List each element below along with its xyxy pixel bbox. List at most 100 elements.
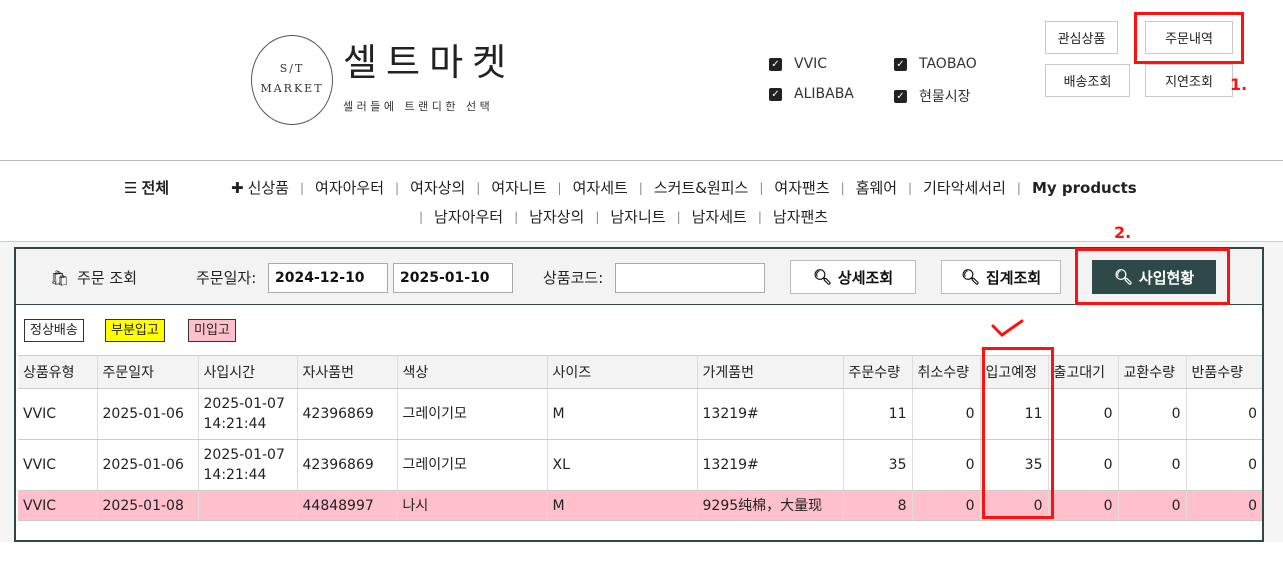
- date-from-input[interactable]: 2024-12-10: [268, 263, 388, 293]
- logo[interactable]: S/T MARKET: [251, 35, 333, 125]
- summary-search-label: 집계조회: [985, 268, 1042, 287]
- nav-men-pants[interactable]: 남자팬츠: [773, 206, 828, 227]
- logo-bottom-text: MARKET: [260, 82, 324, 95]
- legend-not-received: 미입고: [188, 319, 236, 342]
- cell-waiting: 0: [1048, 439, 1119, 491]
- cell-shop-code: 13219#: [697, 388, 844, 440]
- col-header[interactable]: 반품수량: [1186, 355, 1262, 389]
- search-title-label: 주문 조회: [77, 269, 138, 287]
- nav-new-products[interactable]: 신상품: [248, 177, 289, 198]
- cell-code: 44848997: [297, 490, 398, 521]
- col-header[interactable]: 출고대기: [1048, 355, 1119, 389]
- nav-women-outer[interactable]: 여자아우터: [315, 177, 384, 198]
- summary-search-button[interactable]: 🔍︎ 집계조회: [941, 260, 1061, 294]
- nav-all-label: 전체: [141, 179, 170, 197]
- cell-returned: 0: [1186, 439, 1262, 491]
- table-row[interactable]: VVIC 2025-01-08 44848997 나시 M 9295纯棉，大量现…: [18, 490, 1262, 521]
- col-header[interactable]: 사입시간: [198, 355, 298, 389]
- checkbox-checked-icon: ✓: [769, 57, 782, 71]
- nav-separator: |: [595, 209, 600, 224]
- cell-size: XL: [547, 439, 698, 491]
- nav-women-set[interactable]: 여자세트: [573, 177, 628, 198]
- nav-homewear[interactable]: 홈웨어: [856, 177, 897, 198]
- nav-separator: |: [557, 180, 562, 195]
- nav-separator: |: [908, 180, 913, 195]
- detail-search-label: 상세조회: [837, 268, 894, 287]
- product-code-input[interactable]: [615, 263, 765, 293]
- cell-cancel-qty: 0: [912, 490, 981, 521]
- cell-code: 42396869: [297, 439, 398, 491]
- time-clock: 14:21:44: [203, 467, 267, 483]
- order-table: 상품유형 주문일자 사입시간 자사품번 색상 사이즈 가게품번 주문수량 취소수…: [18, 355, 1262, 521]
- time-clock: 14:21:44: [203, 416, 267, 432]
- date-to-input[interactable]: 2025-01-10: [393, 263, 513, 293]
- annotation-box-2: [1075, 248, 1230, 305]
- source-checkbox-alibaba[interactable]: ✓ ALIBABA: [769, 86, 854, 102]
- cell-exchange: 0: [1118, 439, 1187, 491]
- source-label: VVIC: [794, 56, 828, 72]
- col-header[interactable]: 주문일자: [97, 355, 199, 389]
- cell-waiting: 0: [1048, 490, 1119, 521]
- nav-men-top[interactable]: 남자상의: [529, 206, 584, 227]
- nav-women-top[interactable]: 여자상의: [410, 177, 465, 198]
- col-header[interactable]: 주문수량: [843, 355, 913, 389]
- nav-women-pants[interactable]: 여자팬츠: [774, 177, 829, 198]
- nav-separator: |: [757, 209, 762, 224]
- cell-color: 그레이기모: [397, 439, 548, 491]
- cell-time: [198, 490, 298, 521]
- source-label: ALIBABA: [794, 86, 854, 102]
- nav-accessories[interactable]: 기타악세서리: [923, 177, 1006, 198]
- col-header[interactable]: 가게품번: [697, 355, 844, 389]
- nav-all[interactable]: ☰ 전체: [124, 177, 169, 198]
- annotation-box-incoming: [982, 347, 1054, 519]
- menu-icon: ☰: [124, 178, 138, 197]
- nav-separator: |: [299, 180, 305, 195]
- nav-row-1: ✚ 신상품 | 여자아우터 | 여자상의 | 여자니트 | 여자세트 | 스커트&원피스 |…: [231, 177, 1137, 198]
- plus-icon: ✚: [231, 178, 244, 197]
- cell-date: 2025-01-06: [97, 439, 199, 491]
- cell-size: M: [547, 388, 698, 440]
- cell-shop-code: 13219#: [697, 439, 844, 491]
- table-row[interactable]: VVIC 2025-01-06 2025-01-07 14:21:44 42396…: [18, 388, 1262, 440]
- checkmark-annotation-icon: [991, 319, 1024, 337]
- wishlist-button[interactable]: 관심상품: [1045, 21, 1118, 54]
- nav-my-products[interactable]: My products: [1032, 179, 1137, 197]
- source-checkbox-spot-market[interactable]: ✓ 현물시장: [894, 86, 971, 106]
- nav-separator: |: [638, 180, 643, 195]
- nav-men-knit[interactable]: 남자니트: [610, 206, 665, 227]
- col-header[interactable]: 사이즈: [547, 355, 698, 389]
- nav-separator: |: [840, 180, 845, 195]
- order-date-label: 주문일자:: [196, 269, 257, 287]
- nav-separator: |: [395, 180, 400, 195]
- cell-type: VVIC: [18, 388, 98, 440]
- checkbox-checked-icon: ✓: [769, 87, 782, 101]
- source-checkbox-taobao[interactable]: ✓ TAOBAO: [894, 56, 977, 72]
- col-header[interactable]: 상품유형: [18, 355, 98, 389]
- shipping-tracking-button[interactable]: 배송조회: [1045, 64, 1130, 97]
- checkbox-checked-icon: ✓: [894, 89, 907, 103]
- nav-men-outer[interactable]: 남자아우터: [434, 206, 503, 227]
- nav-separator: |: [514, 209, 519, 224]
- header-divider: [0, 160, 1283, 161]
- col-header[interactable]: 자사품번: [297, 355, 398, 389]
- annotation-box-1: [1134, 12, 1244, 64]
- source-checkbox-vvic[interactable]: ✓ VVIC: [769, 56, 827, 72]
- delay-check-button[interactable]: 지연조회: [1145, 64, 1233, 97]
- cell-type: VVIC: [18, 490, 98, 521]
- checkbox-checked-icon: ✓: [894, 57, 907, 71]
- search-icon: 🔍︎: [812, 268, 832, 286]
- brand-subtitle: 셀러들에 트랜디한 선택: [343, 100, 494, 113]
- col-header[interactable]: 취소수량: [912, 355, 981, 389]
- nav-separator: |: [419, 209, 424, 224]
- detail-search-button[interactable]: 🔍︎ 상세조회: [790, 260, 916, 294]
- legend-partial: 부분입고: [105, 319, 165, 342]
- col-header[interactable]: 색상: [397, 355, 548, 389]
- nav-separator: |: [676, 209, 681, 224]
- nav-women-knit[interactable]: 여자니트: [491, 177, 546, 198]
- col-header[interactable]: 교환수량: [1118, 355, 1187, 389]
- nav-men-set[interactable]: 남자세트: [692, 206, 747, 227]
- nav-skirt-dress[interactable]: 스커트&원피스: [654, 177, 749, 198]
- table-row[interactable]: VVIC 2025-01-06 2025-01-07 14:21:44 42396…: [18, 439, 1262, 491]
- cell-order-qty: 8: [843, 490, 913, 521]
- cell-color: 나시: [397, 490, 548, 521]
